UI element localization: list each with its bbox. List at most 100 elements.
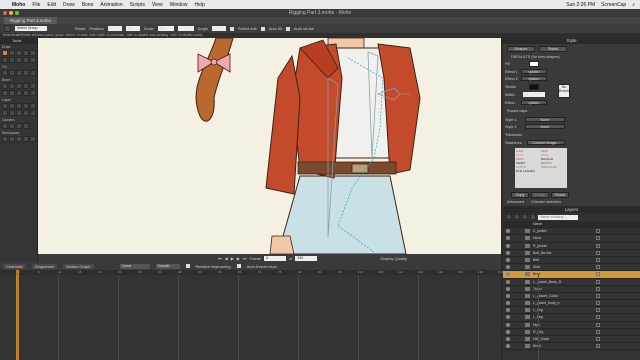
play-icon[interactable]: ▶ bbox=[231, 256, 234, 261]
layer-toggle[interactable] bbox=[596, 286, 600, 291]
menu-help[interactable]: Help bbox=[194, 2, 204, 8]
create-shape-tool[interactable] bbox=[9, 70, 15, 76]
hand-tool[interactable] bbox=[30, 136, 36, 142]
effect1-dropdown[interactable]: <plain> bbox=[521, 69, 547, 74]
paste-button[interactable]: Paste bbox=[531, 192, 549, 198]
transform-layer-tool[interactable] bbox=[9, 103, 15, 109]
menu-animation[interactable]: Animation bbox=[100, 2, 122, 8]
shapes-button[interactable]: Shapes bbox=[507, 46, 535, 52]
display-quality-label[interactable]: Display Quality bbox=[380, 256, 407, 261]
reset-button[interactable]: Reset bbox=[75, 26, 85, 31]
particle-tool[interactable] bbox=[2, 110, 8, 116]
menu-window[interactable]: Window bbox=[170, 2, 188, 8]
transform-points-tool[interactable] bbox=[2, 50, 8, 56]
layer-toggle[interactable] bbox=[596, 293, 600, 298]
rotate-workspace-tool[interactable] bbox=[16, 136, 22, 142]
layer-toggle[interactable] bbox=[596, 329, 600, 334]
fill-swatch[interactable] bbox=[529, 61, 539, 67]
menu-edit[interactable]: Edit bbox=[47, 2, 56, 8]
eye-icon[interactable] bbox=[506, 337, 510, 341]
eye-icon[interactable] bbox=[506, 229, 510, 234]
layer-toggle[interactable] bbox=[596, 236, 600, 241]
layer-toggle[interactable] bbox=[596, 344, 600, 349]
translate-bone-tool[interactable] bbox=[9, 83, 15, 89]
layer-row[interactable]: Neck bbox=[503, 235, 640, 243]
layer-toggle[interactable] bbox=[596, 272, 600, 277]
layer-row[interactable]: L_Jacket_Collar bbox=[503, 293, 640, 301]
tab-channels[interactable]: Channels bbox=[3, 263, 26, 269]
menu-file[interactable]: File bbox=[32, 2, 40, 8]
layer-row[interactable]: Belt bbox=[503, 257, 640, 265]
freehand-tool[interactable] bbox=[30, 50, 36, 56]
menu-scripts[interactable]: Scripts bbox=[130, 2, 145, 8]
auto-stroke-checkbox[interactable] bbox=[285, 26, 290, 31]
user-name[interactable]: ScreenCap bbox=[601, 2, 626, 8]
curvature-tool[interactable] bbox=[16, 50, 22, 56]
reset-style-button[interactable]: Reset bbox=[551, 192, 569, 198]
effect-dropdown[interactable]: <plain> bbox=[521, 100, 547, 105]
swatches-dropdown[interactable]: Custom image... bbox=[527, 140, 565, 145]
layer-toggle[interactable] bbox=[596, 265, 600, 270]
frame-field[interactable]: 0 bbox=[264, 255, 287, 261]
copy-button[interactable]: Copy bbox=[511, 192, 529, 198]
style2-dropdown[interactable]: None bbox=[525, 124, 565, 129]
timeline-track[interactable] bbox=[0, 275, 501, 360]
switch-layer-tool[interactable] bbox=[30, 103, 36, 109]
advanced-label[interactable]: Advanced bbox=[507, 200, 524, 204]
zoom-window-button[interactable] bbox=[15, 11, 19, 15]
add-point-tool[interactable] bbox=[9, 50, 15, 56]
tab-motion-graph[interactable]: Motion Graph bbox=[63, 263, 94, 269]
delete-shape-tool[interactable] bbox=[23, 70, 29, 76]
menu-bone[interactable]: Bone bbox=[82, 2, 94, 8]
layer-toggle[interactable] bbox=[596, 308, 600, 313]
bind-points-tool[interactable] bbox=[16, 90, 22, 96]
layer-toggle[interactable] bbox=[596, 279, 600, 284]
menu-view[interactable]: View bbox=[152, 2, 163, 8]
layer-row[interactable]: Hips bbox=[503, 322, 640, 329]
swatch-freckles[interactable]: FRECKLES bbox=[541, 165, 557, 169]
manipulate-bones-tool[interactable] bbox=[2, 90, 8, 96]
select-shape-tool[interactable] bbox=[2, 70, 8, 76]
auto-freeze-checkbox[interactable] bbox=[236, 264, 241, 268]
eye-icon[interactable] bbox=[506, 329, 510, 334]
zoom-workspace-tool[interactable] bbox=[9, 136, 15, 142]
layer-row[interactable]: R_Leg bbox=[503, 329, 640, 336]
rewind-icon[interactable]: ⏮ bbox=[218, 256, 222, 261]
scale-field[interactable]: … bbox=[157, 26, 174, 31]
eye-icon[interactable] bbox=[506, 322, 510, 327]
layer-toggle[interactable] bbox=[596, 229, 600, 234]
angle-field[interactable] bbox=[211, 26, 226, 31]
styles-button[interactable]: Styles bbox=[539, 46, 567, 52]
rotate-layer-tool[interactable] bbox=[16, 103, 22, 109]
flip-layer-tool[interactable] bbox=[23, 110, 29, 116]
orbit-workspace-tool[interactable] bbox=[23, 136, 29, 142]
layer-row[interactable]: Hair_Back bbox=[503, 336, 640, 344]
relative-keyframing-checkbox[interactable] bbox=[185, 264, 190, 268]
eraser-tool[interactable] bbox=[30, 57, 36, 63]
layer-toggle[interactable] bbox=[596, 257, 600, 262]
step-back-icon[interactable]: ◀ bbox=[225, 256, 228, 261]
transform-points-icon[interactable] bbox=[4, 25, 11, 32]
add-bone-tool[interactable] bbox=[16, 83, 22, 89]
eye-icon[interactable] bbox=[506, 293, 510, 298]
fast-forward-icon[interactable]: ⏭ bbox=[243, 256, 247, 261]
eye-icon[interactable] bbox=[506, 279, 510, 284]
step-forward-icon[interactable]: ▶ bbox=[237, 256, 240, 261]
layer-row[interactable]: Belt_Buckle bbox=[503, 250, 640, 257]
eye-icon[interactable] bbox=[506, 301, 510, 306]
scale-y-field[interactable] bbox=[177, 26, 194, 31]
eye-icon[interactable] bbox=[506, 243, 510, 248]
new-layer-icon[interactable] bbox=[506, 214, 512, 220]
layer-row[interactable]: Torso bbox=[503, 286, 640, 293]
eyedropper-tool[interactable] bbox=[9, 110, 15, 116]
width-field[interactable]: … bbox=[523, 92, 545, 97]
paint-bucket-tool[interactable] bbox=[16, 70, 22, 76]
eye-icon[interactable] bbox=[506, 308, 510, 313]
select-edit-checkbox[interactable] bbox=[229, 26, 234, 31]
shear-layer-tool[interactable] bbox=[23, 103, 29, 109]
layer-row[interactable]: Skirt bbox=[503, 264, 640, 272]
canvas-viewport[interactable] bbox=[38, 38, 501, 254]
layer-search-input[interactable]: Name contains... bbox=[538, 214, 578, 220]
smooth-dropdown[interactable]: Smooth bbox=[155, 263, 180, 269]
line-width-tool[interactable] bbox=[30, 70, 36, 76]
